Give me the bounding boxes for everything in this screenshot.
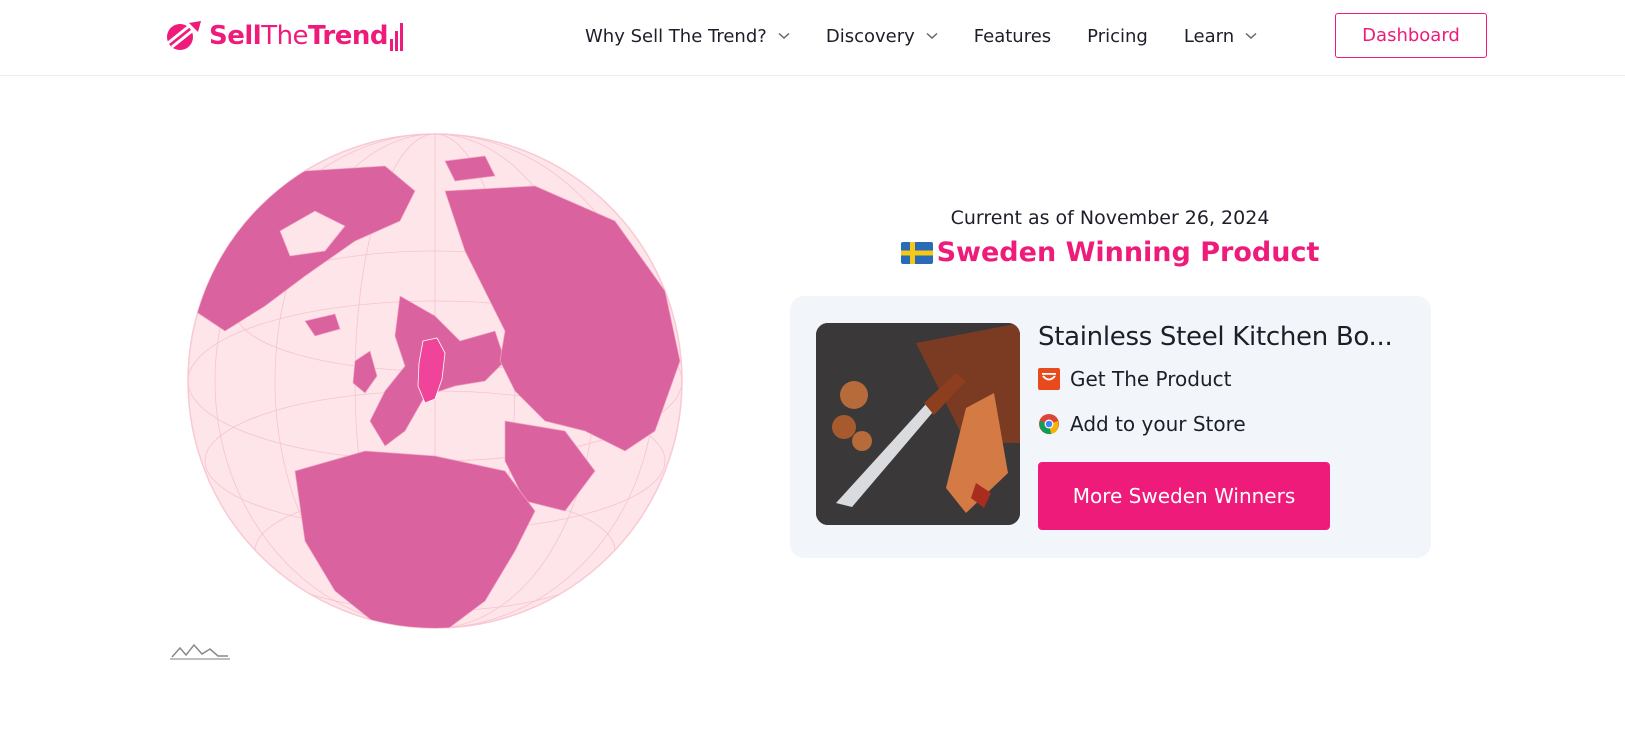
aliexpress-icon: [1038, 368, 1060, 390]
nav-item-features[interactable]: Features: [974, 26, 1051, 47]
nav-item-label: Discovery: [825, 25, 915, 47]
site-header: SellTheTrend Why Sell The Trend? Discove…: [0, 0, 1625, 76]
chevron-down-icon: [926, 32, 938, 40]
sweden-flag-icon: [900, 241, 933, 264]
nav-item-pricing[interactable]: Pricing: [1087, 26, 1148, 47]
nav-item-discovery[interactable]: Discovery: [826, 26, 938, 47]
dashboard-button[interactable]: Dashboard: [1335, 13, 1487, 58]
add-to-store-label: Add to your Store: [1070, 412, 1246, 436]
winner-title-text: Sweden Winning Product: [936, 237, 1320, 268]
logo-text-sell: Sell: [209, 21, 262, 51]
get-product-link[interactable]: Get The Product: [1038, 367, 1232, 391]
more-sweden-winners-button[interactable]: More Sweden Winners: [1038, 462, 1330, 530]
nav-item-label: Features: [973, 25, 1052, 47]
mini-chart-icon: [170, 643, 230, 660]
logo-bars-icon: [390, 21, 405, 51]
get-product-label: Get The Product: [1070, 367, 1232, 391]
nav-item-label: Learn: [1183, 25, 1235, 47]
logo-text-the: The: [261, 21, 309, 51]
chevron-down-icon: [778, 32, 790, 40]
main-nav: Why Sell The Trend? Discovery Features P…: [585, 22, 1293, 50]
nav-item-label: Pricing: [1087, 25, 1148, 47]
globe-map[interactable]: [185, 131, 685, 631]
current-as-of: Current as of November 26, 2024: [950, 207, 1270, 229]
winner-title: Sweden Winning Product: [790, 237, 1430, 268]
nav-item-why[interactable]: Why Sell The Trend?: [585, 26, 790, 47]
chrome-icon: [1039, 414, 1059, 435]
chevron-down-icon: [1245, 32, 1257, 40]
logo-text-trend: Trend: [308, 21, 389, 51]
product-name[interactable]: Stainless Steel Kitchen Bo...: [1038, 322, 1418, 352]
product-card: Stainless Steel Kitchen Bo... Get The Pr…: [790, 296, 1431, 558]
logo-mark-icon: [167, 21, 201, 50]
product-image[interactable]: [816, 323, 1020, 525]
nav-item-learn[interactable]: Learn: [1184, 26, 1257, 47]
add-to-store-link[interactable]: Add to your Store: [1038, 412, 1246, 436]
logo[interactable]: SellTheTrend: [163, 16, 405, 56]
nav-item-label: Why Sell The Trend?: [585, 25, 767, 47]
